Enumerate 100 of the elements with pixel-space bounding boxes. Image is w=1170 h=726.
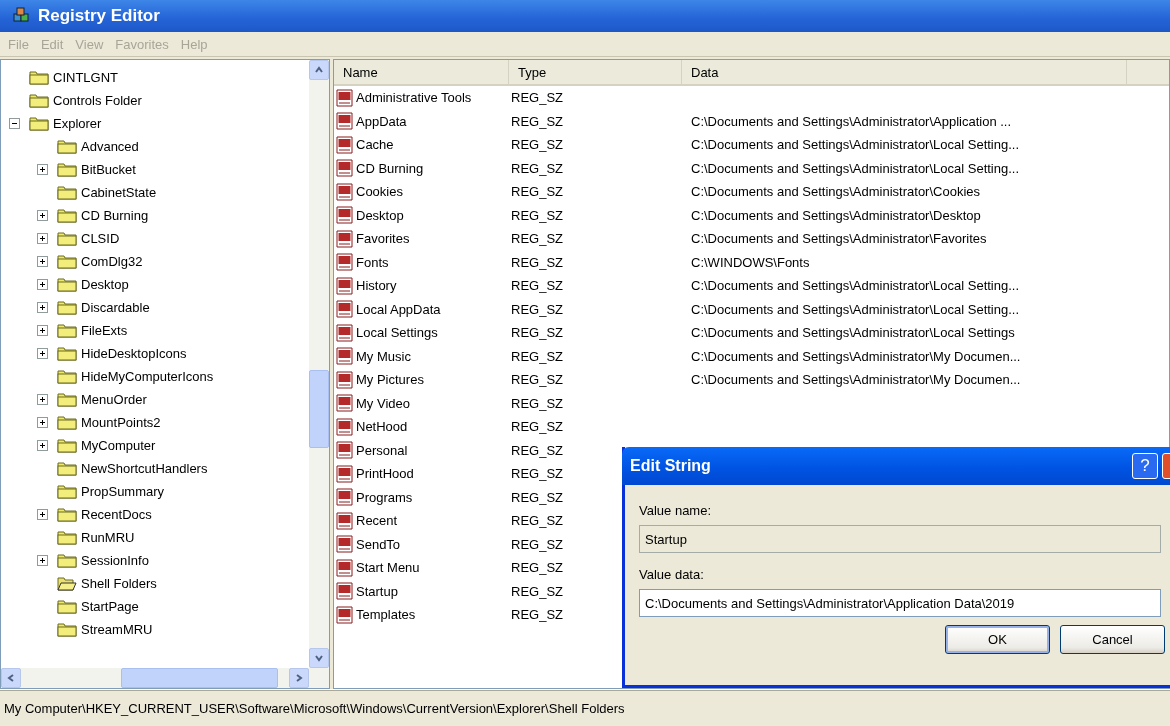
table-cell: REG_SZ xyxy=(511,442,563,458)
value-name[interactable]: Personal xyxy=(356,442,408,458)
column-header[interactable]: Name xyxy=(334,60,509,84)
expand-icon[interactable] xyxy=(37,394,48,405)
scroll-right-icon[interactable] xyxy=(294,673,304,683)
value-name[interactable]: Startup xyxy=(356,583,398,599)
tree-item[interactable]: Shell Folders xyxy=(81,576,157,591)
tree-item[interactable]: HideDesktopIcons xyxy=(81,346,187,361)
tree-item[interactable]: CD Burning xyxy=(81,208,149,223)
string-value-icon xyxy=(336,370,354,389)
table-cell: REG_SZ xyxy=(511,254,563,270)
expand-icon[interactable] xyxy=(37,233,48,244)
horizontal-scrollbar[interactable] xyxy=(1,668,329,688)
status-bar: My Computer\HKEY_CURRENT_USER\Software\Microsoft\Windows\CurrentVersion\Explorer\Shell Folders xyxy=(0,689,1170,726)
value-name[interactable]: Desktop xyxy=(356,207,404,223)
table-cell: REG_SZ xyxy=(511,536,563,552)
value-name[interactable]: My Video xyxy=(356,395,410,411)
expand-icon[interactable] xyxy=(37,279,48,290)
table-cell: REG_SZ xyxy=(511,184,563,200)
expand-icon[interactable] xyxy=(37,210,48,221)
table-cell: REG_SZ xyxy=(511,90,563,106)
tree-item[interactable]: Advanced xyxy=(81,139,139,154)
collapse-icon[interactable] xyxy=(9,118,20,129)
table-cell: REG_SZ xyxy=(511,137,563,153)
expand-icon[interactable] xyxy=(37,164,48,175)
value-name[interactable]: Fonts xyxy=(356,254,389,270)
expand-icon[interactable] xyxy=(37,417,48,428)
table-cell: REG_SZ xyxy=(511,348,563,364)
table-cell-text: C:\Documents and Settings\Administrator\Desktop xyxy=(690,207,982,223)
tree-item[interactable]: MyComputer xyxy=(81,438,156,453)
tree-item[interactable]: StartPage xyxy=(81,599,139,614)
tree-item[interactable]: BitBucket xyxy=(81,162,136,177)
expand-icon[interactable] xyxy=(37,302,48,313)
tree-item[interactable]: RecentDocs xyxy=(81,507,152,522)
value-name-field[interactable]: Startup xyxy=(639,525,1161,553)
tree-item[interactable]: StreamMRU xyxy=(81,622,153,637)
expand-icon[interactable] xyxy=(37,440,48,451)
value-name[interactable]: Local Settings xyxy=(356,325,438,341)
table-cell: REG_SZ xyxy=(511,231,563,247)
value-name[interactable]: Templates xyxy=(356,607,416,623)
value-name[interactable]: Programs xyxy=(356,489,413,505)
value-name[interactable]: Recent xyxy=(356,513,398,529)
dialog-title: Edit String xyxy=(630,457,712,475)
scroll-up-icon[interactable] xyxy=(314,65,324,75)
table-cell: REG_SZ xyxy=(511,325,563,341)
tree-item[interactable]: Discardable xyxy=(81,300,150,315)
value-name[interactable]: PrintHood xyxy=(356,466,414,482)
scroll-down-icon[interactable] xyxy=(314,653,324,663)
string-value-icon xyxy=(336,229,354,248)
vertical-scrollbar[interactable] xyxy=(309,60,329,668)
value-name[interactable]: SendTo xyxy=(356,536,401,552)
value-name[interactable]: CD Burning xyxy=(356,160,424,176)
tree-item[interactable]: HideMyComputerIcons xyxy=(81,369,214,384)
table-cell-text: C:\Documents and Settings\Administrator\Local Setting... xyxy=(690,160,1021,176)
tree-item[interactable]: FileExts xyxy=(81,323,128,338)
value-name[interactable]: Start Menu xyxy=(356,560,420,576)
column-header[interactable]: Data xyxy=(682,60,1127,84)
value-name[interactable]: History xyxy=(356,278,397,294)
value-name[interactable]: My Pictures xyxy=(356,372,424,388)
tree-item[interactable]: NewShortcutHandlers xyxy=(81,461,208,476)
value-name[interactable]: NetHood xyxy=(356,419,408,435)
value-name[interactable]: Favorites xyxy=(356,231,410,247)
tree-item[interactable]: PropSummary xyxy=(81,484,165,499)
tree-item[interactable]: Desktop xyxy=(81,277,129,292)
value-name[interactable]: AppData xyxy=(356,113,407,129)
value-name[interactable]: Administrative Tools xyxy=(356,90,472,106)
ok-button[interactable]: OK xyxy=(945,625,1050,654)
tree-item[interactable]: MountPoints2 xyxy=(81,415,161,430)
scrollbar-thumb[interactable] xyxy=(121,668,278,688)
value-name[interactable]: Local AppData xyxy=(356,301,441,317)
tree-item[interactable]: Explorer xyxy=(53,116,102,131)
string-value-icon xyxy=(336,112,354,131)
cancel-button[interactable]: Cancel xyxy=(1060,625,1165,654)
tree-item[interactable]: RunMRU xyxy=(81,530,135,545)
help-button[interactable]: ? xyxy=(1132,453,1158,479)
scroll-left-icon[interactable] xyxy=(6,673,16,683)
tree-item[interactable]: CabinetState xyxy=(81,185,157,200)
tree-item[interactable]: CINTLGNT xyxy=(53,70,118,85)
window-title: Registry Editor xyxy=(38,6,160,26)
expand-icon[interactable] xyxy=(37,555,48,566)
value-name[interactable]: My Music xyxy=(356,348,411,364)
tree-item[interactable]: MenuOrder xyxy=(81,392,147,407)
tree-item[interactable]: CLSID xyxy=(81,231,120,246)
tree-item[interactable]: ComDlg32 xyxy=(81,254,143,269)
column-header[interactable]: Type xyxy=(509,60,682,84)
expand-icon[interactable] xyxy=(37,509,48,520)
value-name[interactable]: Cache xyxy=(356,137,394,153)
expand-icon[interactable] xyxy=(37,325,48,336)
string-value-icon xyxy=(336,206,354,225)
value-data-field[interactable]: C:\Documents and Settings\Administrator\Application Data\2019 xyxy=(639,589,1161,617)
table-cell: REG_SZ xyxy=(511,466,563,482)
tree-item[interactable]: Controls Folder xyxy=(53,93,142,108)
scrollbar-thumb[interactable] xyxy=(309,370,329,448)
table-cell: REG_SZ xyxy=(511,372,563,388)
expand-icon[interactable] xyxy=(37,348,48,359)
field-label: Value name: xyxy=(639,503,713,520)
expand-icon[interactable] xyxy=(37,256,48,267)
tree-item[interactable]: SessionInfo xyxy=(81,553,149,568)
table-cell: REG_SZ xyxy=(511,489,563,505)
value-name[interactable]: Cookies xyxy=(356,184,403,200)
